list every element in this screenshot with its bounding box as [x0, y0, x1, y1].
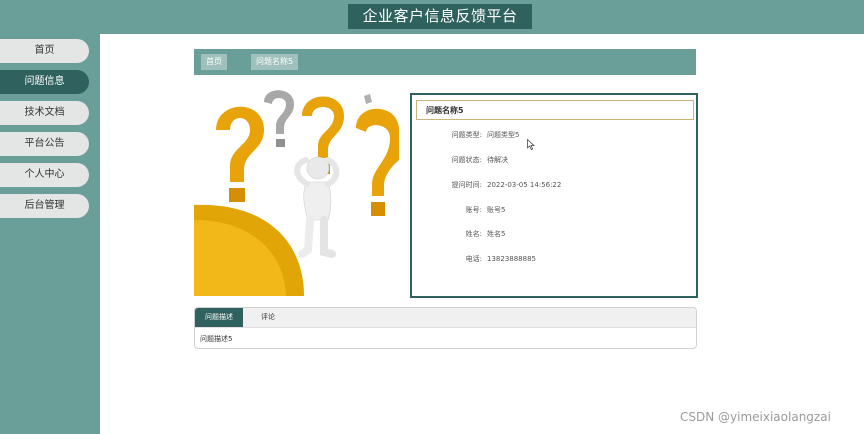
- detail-value: 待解决: [487, 156, 508, 164]
- detail-row-status: 问题状态: 待解决: [412, 154, 692, 166]
- detail-label: 账号:: [465, 206, 482, 214]
- sidebar-item-home[interactable]: 首页: [0, 39, 89, 63]
- tab-content-text: 问题描述5: [200, 335, 233, 343]
- watermark: CSDN @yimeixiaolangzai: [680, 410, 831, 424]
- issue-title: 问题名称5: [416, 100, 694, 120]
- detail-value: 账号5: [487, 206, 506, 214]
- issue-detail-card: 问题名称5 问题类型: 问题类型5 问题状态: 待解决 提问时间: 2022-0…: [410, 93, 698, 298]
- question-illustration: [194, 90, 399, 296]
- detail-label: 姓名:: [465, 230, 482, 238]
- top-header-bar: 企业客户信息反馈平台: [0, 0, 864, 34]
- sidebar-item-personal-center[interactable]: 个人中心: [0, 163, 89, 187]
- detail-value: 13823888885: [487, 255, 536, 263]
- detail-value: 2022-03-05 14:56:22: [487, 181, 562, 189]
- breadcrumb-current[interactable]: 问题名称5: [251, 54, 299, 70]
- issue-tabs-panel: 问题描述 评论 问题描述5: [194, 307, 697, 349]
- sidebar: 首页 问题信息 技术文档 平台公告 个人中心 后台管理: [0, 34, 100, 434]
- detail-row-time: 提问时间: 2022-03-05 14:56:22: [412, 179, 692, 191]
- sidebar-item-tech-docs[interactable]: 技术文档: [0, 101, 89, 125]
- detail-label: 问题类型:: [451, 131, 482, 139]
- tab-comments[interactable]: 评论: [250, 308, 286, 327]
- detail-row-type: 问题类型: 问题类型5: [412, 129, 692, 141]
- detail-row-phone: 电话: 13823888885: [412, 253, 692, 265]
- tab-issue-description[interactable]: 问题描述: [195, 308, 243, 327]
- detail-label: 问题状态:: [451, 156, 482, 164]
- detail-value: 姓名5: [487, 230, 506, 238]
- sidebar-item-issues[interactable]: 问题信息: [0, 70, 89, 94]
- site-title: 企业客户信息反馈平台: [348, 4, 532, 29]
- mouse-pointer-icon: [527, 139, 535, 150]
- breadcrumb-home[interactable]: 首页: [201, 54, 227, 70]
- tab-bar: 问题描述 评论: [195, 308, 696, 328]
- detail-label: 提问时间:: [451, 181, 482, 189]
- detail-row-name: 姓名: 姓名5: [412, 228, 692, 240]
- sidebar-item-announcements[interactable]: 平台公告: [0, 132, 89, 156]
- question-marks-figure-illustration: [194, 90, 399, 296]
- detail-row-account: 账号: 账号5: [412, 204, 692, 216]
- detail-label: 电话:: [465, 255, 482, 263]
- sidebar-item-admin[interactable]: 后台管理: [0, 194, 89, 218]
- breadcrumb: 首页 问题名称5: [194, 49, 696, 75]
- detail-value: 问题类型5: [487, 131, 520, 139]
